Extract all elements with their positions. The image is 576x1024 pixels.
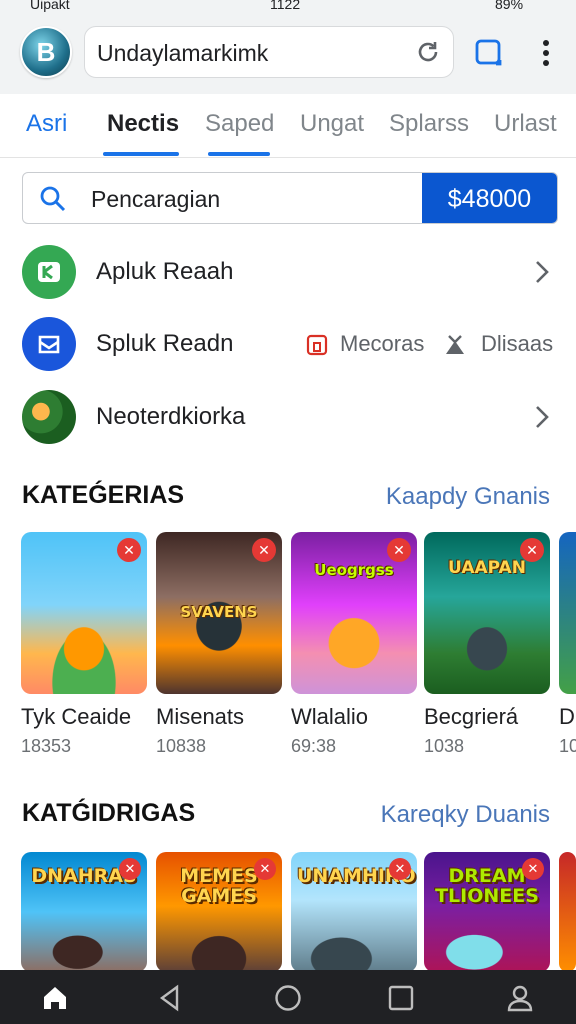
download-icon[interactable] <box>443 333 467 357</box>
status-bar: Uipakt 1122 89% <box>0 0 576 12</box>
card-banner: Ueogrgss <box>314 561 394 580</box>
section-title: KATǴIDRIGAS <box>22 799 196 827</box>
card-count: 10 <box>559 736 576 756</box>
badge-icon: ✕ <box>117 538 141 562</box>
url-text[interactable]: Undaylamarkimk <box>97 40 268 67</box>
game-thumbnail <box>559 532 576 694</box>
battery-text: 89% <box>495 0 524 12</box>
section-link[interactable]: Kaapdy Gnanis <box>386 483 550 511</box>
card-banner: SVAVENS <box>180 603 258 622</box>
game-card[interactable] <box>559 852 576 972</box>
card-title: Becgrierá <box>424 704 519 729</box>
tabs-icon[interactable] <box>474 38 504 68</box>
back-icon[interactable] <box>156 984 184 1012</box>
card-count: 69:38 <box>291 736 337 756</box>
tab-saped[interactable]: Saped <box>205 110 274 138</box>
app-icon <box>22 317 76 371</box>
game-thumbnail: ✕ <box>21 532 147 694</box>
avatar-letter: B <box>36 36 56 67</box>
badge-icon: ✕ <box>254 858 276 880</box>
recents-icon[interactable] <box>387 984 415 1012</box>
card-count: 18353 <box>21 736 72 756</box>
price-button[interactable]: $48000 <box>422 173 557 223</box>
game-card[interactable]: UAAPAN ✕ Becgrierá 1038 <box>424 532 550 757</box>
section-title: KATEǴERIAS <box>22 481 185 509</box>
browser-toolbar: B Undaylamarkimk <box>0 12 576 94</box>
bookmark-icon[interactable] <box>305 333 329 357</box>
menu-icon[interactable] <box>540 38 552 68</box>
badge-icon: ✕ <box>522 858 544 880</box>
game-card[interactable]: D 10 <box>559 532 576 757</box>
circle-home-icon[interactable] <box>274 984 302 1012</box>
search-input[interactable]: Pencaragian <box>91 186 220 213</box>
search-icon <box>40 186 66 212</box>
game-card[interactable]: Ueogrgss ✕ Wlalalio 69:38 <box>291 532 417 757</box>
tab-urlast[interactable]: Urlast <box>494 110 557 138</box>
time-text: 1122 <box>270 0 301 12</box>
game-card[interactable]: DREAM TLIONEES ✕ <box>424 852 550 972</box>
card-banner: UAAPAN <box>448 557 526 578</box>
card-title: Tyk Ceaide <box>21 704 132 729</box>
profile-icon[interactable] <box>506 984 534 1012</box>
chevron-right-icon <box>536 261 549 283</box>
app-icon <box>22 245 76 299</box>
address-bar[interactable]: Undaylamarkimk <box>84 26 454 78</box>
badge-icon: ✕ <box>520 538 544 562</box>
list-item-label: Spluk Readn <box>96 330 234 357</box>
card-title: Wlalalio <box>291 704 369 729</box>
home-icon[interactable] <box>41 984 69 1012</box>
card-count: 10838 <box>156 736 207 756</box>
game-card[interactable]: MEMES GAMES ✕ <box>156 852 282 972</box>
tab-indicator-secondary <box>208 152 270 156</box>
system-navigation-bar <box>0 970 576 1024</box>
avatar[interactable]: B <box>20 26 72 78</box>
mecoras-link[interactable]: Mecoras <box>340 331 424 357</box>
list-item[interactable]: Spluk Readn Mecoras Dlisaas <box>0 313 576 377</box>
list-item[interactable]: Neoterdkiorka <box>0 386 576 450</box>
chevron-right-icon <box>536 406 549 428</box>
tab-indicator <box>103 152 179 156</box>
search-bar[interactable]: Pencaragian $48000 <box>22 172 558 224</box>
list-item-label: Neoterdkiorka <box>96 403 246 430</box>
card-count: 1038 <box>424 736 465 756</box>
badge-icon: ✕ <box>387 538 411 562</box>
inbox-icon <box>38 335 60 354</box>
category-tabs: Asri Nectis Saped Ungat Splarss Urlast <box>0 94 576 158</box>
list-item[interactable]: Apluk Reaah <box>0 241 576 305</box>
carrier-text: Uipakt <box>30 0 70 12</box>
list-item-label: Apluk Reaah <box>96 258 234 285</box>
tab-nectis[interactable]: Nectis <box>107 110 179 138</box>
reload-icon[interactable] <box>415 39 441 65</box>
section-link[interactable]: Kareqky Duanis <box>381 801 550 829</box>
game-card[interactable]: ✕ Tyk Ceaide 18353 <box>21 532 147 757</box>
card-title: Misenats <box>156 704 245 729</box>
game-thumbnail: SVAVENS ✕ <box>156 532 282 694</box>
game-card[interactable]: SVAVENS ✕ Misenats 10838 <box>156 532 282 757</box>
tab-ungat[interactable]: Ungat <box>300 110 364 138</box>
k-logo-icon <box>38 262 60 282</box>
tab-asri[interactable]: Asri <box>26 110 67 138</box>
game-thumbnail: UAAPAN ✕ <box>424 532 550 694</box>
dlisaas-link[interactable]: Dlisaas <box>481 331 553 357</box>
game-thumbnail: Ueogrgss ✕ <box>291 532 417 694</box>
card-title: D <box>559 704 575 729</box>
badge-icon: ✕ <box>389 858 411 880</box>
game-card[interactable]: UNAMHIRO ✕ <box>291 852 417 972</box>
game-card[interactable]: DNAHRAS ✕ <box>21 852 147 972</box>
game-avatar-icon <box>22 390 76 444</box>
badge-icon: ✕ <box>119 858 141 880</box>
badge-icon: ✕ <box>252 538 276 562</box>
tab-splarss[interactable]: Splarss <box>389 110 469 138</box>
